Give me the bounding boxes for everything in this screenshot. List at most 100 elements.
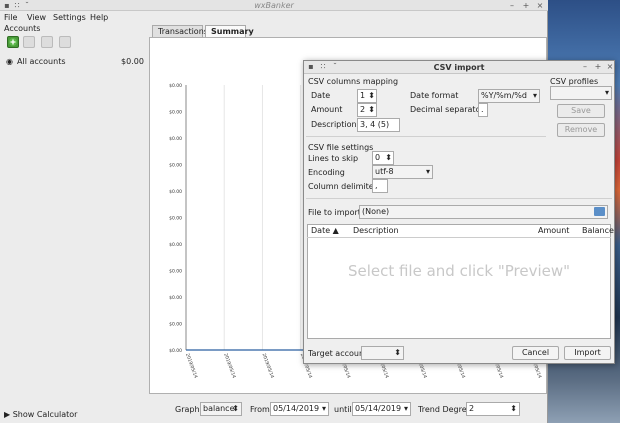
from-date-field[interactable]: 05/14/2019 ▾	[270, 402, 329, 416]
chevron-down-icon: ▾	[532, 91, 537, 100]
y-tick-label: $0.00	[169, 322, 182, 328]
calendar-dropdown-icon: ▾	[321, 404, 326, 413]
file-picker-value: (None)	[362, 207, 390, 216]
chevron-down-icon: ▾	[604, 88, 609, 97]
import-button[interactable]: Import	[564, 346, 611, 360]
trend-degree-label: Trend Degree	[418, 405, 472, 414]
description-column-field[interactable]: 3, 4 (5)	[357, 118, 400, 132]
close-button[interactable]: ×	[535, 0, 545, 11]
tab-summary-label: Summary	[211, 27, 254, 36]
date-format-value: %Y/%m/%d	[481, 91, 527, 100]
menu-view[interactable]: View	[27, 11, 46, 24]
cancel-button[interactable]: Cancel	[512, 346, 559, 360]
graph-label: Graph	[175, 405, 200, 414]
trend-degree-spinner[interactable]: 2 ⬍	[466, 402, 520, 416]
show-calculator-toggle[interactable]: ▶ Show Calculator	[4, 410, 77, 419]
title-bar: wxBanker	[0, 0, 548, 11]
add-icon	[9, 38, 17, 46]
spin-arrows-icon: ⬍	[510, 404, 517, 413]
until-date-value: 05/14/2019	[355, 404, 402, 413]
expand-arrow-icon: ▶	[4, 410, 11, 419]
trend-degree-value: 2	[469, 404, 475, 413]
encoding-label: Encoding	[308, 168, 345, 177]
menu-help[interactable]: Help	[90, 11, 108, 24]
dialog-close-button[interactable]: ×	[605, 61, 615, 72]
dialog-minimize-button[interactable]: –	[580, 61, 590, 72]
menu-file[interactable]: File	[4, 11, 17, 24]
target-account-label: Target account	[308, 349, 368, 358]
dialog-app-icon: ▪	[308, 62, 314, 71]
y-tick-label: $0.00	[169, 269, 182, 275]
date-column-label: Date	[311, 91, 331, 100]
dialog-title-bar: CSV import	[304, 61, 614, 74]
group-divider	[306, 198, 612, 199]
x-tick-label: 2019/05/14	[184, 353, 199, 380]
edit-account-button[interactable]	[41, 36, 53, 48]
y-tick-label: $0.00	[169, 136, 182, 142]
spin-arrows-icon: ⬍	[368, 91, 375, 100]
tab-transactions[interactable]: Transactions	[152, 25, 208, 37]
lines-to-skip-spinner[interactable]: 0 ⬍	[372, 151, 394, 165]
y-tick-label: $0.00	[169, 295, 182, 301]
menu-caret-icon[interactable]: ˘	[22, 0, 32, 11]
chevron-down-icon: ⬍	[232, 404, 239, 413]
preview-placeholder: Select file and click "Preview"	[347, 262, 571, 280]
amount-column-label: Amount	[311, 105, 343, 114]
dialog-title: CSV import	[433, 63, 485, 72]
menu-settings[interactable]: Settings	[53, 11, 86, 24]
sort-ascending-icon: ▲	[332, 226, 339, 235]
save-profile-button[interactable]: Save	[557, 104, 605, 118]
from-label: From	[250, 405, 270, 414]
decimal-separator-field[interactable]: .	[478, 103, 488, 117]
preview-table	[307, 224, 611, 339]
decimal-separator-label: Decimal separator	[410, 105, 484, 114]
pin-icon[interactable]: ∷	[12, 0, 22, 11]
maximize-button[interactable]: +	[521, 0, 531, 11]
column-header-description[interactable]: Description	[353, 226, 399, 235]
spin-arrows-icon: ⬍	[394, 348, 401, 357]
dialog-pin-icon[interactable]: ∷	[318, 61, 328, 72]
column-delimiter-label: Column delimiter	[308, 182, 377, 191]
dialog-menu-caret-icon[interactable]: ˘	[330, 61, 340, 72]
chevron-down-icon: ▾	[425, 167, 430, 176]
dialog-maximize-button[interactable]: +	[593, 61, 603, 72]
date-column-spinner[interactable]: 1 ⬍	[357, 89, 377, 103]
window-title: wxBanker	[254, 1, 294, 10]
minimize-button[interactable]: –	[507, 0, 517, 11]
description-column-label: Description	[311, 120, 357, 129]
column-header-balance[interactable]: Balance	[582, 226, 614, 235]
amount-column-value: 2	[360, 105, 366, 114]
show-calculator-label: Show Calculator	[12, 410, 78, 419]
remove-profile-button[interactable]: Remove	[557, 123, 605, 137]
column-header-date[interactable]: Date ▲	[311, 226, 339, 235]
graph-select[interactable]: balance ⬍	[200, 402, 242, 416]
remove-account-button[interactable]	[23, 36, 35, 48]
y-tick-label: $0.00	[169, 216, 182, 222]
encoding-value: utf-8	[375, 167, 394, 176]
file-picker[interactable]: (None)	[359, 205, 608, 219]
x-tick-label: 2019/05/14	[222, 353, 237, 380]
radio-selected-icon: ◉	[6, 57, 13, 66]
column-delimiter-field[interactable]: ,	[372, 179, 388, 193]
csv-profile-combo[interactable]: ▾	[550, 86, 612, 100]
y-tick-label: $0.00	[169, 189, 182, 195]
app-icon: ▪	[4, 1, 10, 10]
until-date-field[interactable]: 05/14/2019 ▾	[352, 402, 411, 416]
amount-column-spinner[interactable]: 2 ⬍	[357, 103, 377, 117]
folder-icon[interactable]	[594, 207, 605, 216]
accounts-label: Accounts	[4, 24, 41, 33]
account-balance: $0.00	[121, 57, 144, 66]
calendar-dropdown-icon: ▾	[403, 404, 408, 413]
column-header-amount[interactable]: Amount	[538, 226, 569, 235]
hide-account-button[interactable]	[59, 36, 71, 48]
until-label: until	[334, 405, 352, 414]
encoding-combo[interactable]: utf-8 ▾	[372, 165, 433, 179]
columns-mapping-title: CSV columns mapping	[308, 77, 399, 86]
tab-summary[interactable]: Summary	[205, 25, 254, 37]
lines-to-skip-value: 0	[375, 153, 381, 162]
target-account-combo[interactable]: ⬍	[361, 346, 404, 360]
y-tick-label: $0.00	[169, 83, 182, 89]
add-account-button[interactable]	[7, 36, 19, 48]
account-row-all[interactable]: ◉ All accounts $0.00	[4, 56, 144, 68]
date-format-combo[interactable]: %Y/%m/%d ▾	[478, 89, 540, 103]
